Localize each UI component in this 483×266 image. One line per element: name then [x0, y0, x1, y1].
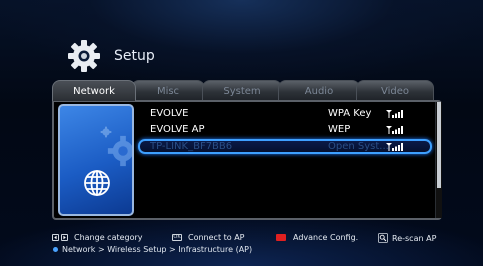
scrollbar-thumb[interactable]: [437, 102, 441, 188]
breadcrumb-dot-icon: [53, 247, 58, 252]
tv-setup-screen: Setup Network Misc System Audio Video EV…: [0, 0, 483, 266]
setup-header: Setup: [66, 36, 155, 76]
hint-label: Change category: [74, 233, 143, 242]
tab-label: Network: [73, 86, 115, 97]
tab-label: System: [223, 86, 261, 97]
hint-label: Re-scan AP: [392, 233, 437, 243]
tab-label: Misc: [156, 86, 180, 97]
network-row[interactable]: EVOLVE AP WEP: [138, 122, 432, 138]
gear-icon: [66, 38, 102, 74]
tab-network[interactable]: Network: [52, 80, 136, 101]
wifi-network-list: EVOLVE WPA Key EVOLVE AP WEP TP-LINK_BF7…: [138, 106, 432, 154]
search-key-icon: [378, 233, 388, 243]
breadcrumb-text: Network > Wireless Setup > Infrastructur…: [62, 245, 253, 254]
signal-strength-icon: [386, 143, 403, 151]
list-scrollbar[interactable]: [435, 102, 442, 218]
network-panel: EVOLVE WPA Key EVOLVE AP WEP TP-LINK_BF7…: [52, 100, 442, 220]
network-ssid: TP-LINK_BF7BB6: [150, 141, 233, 152]
gear-watermark-icon: [107, 135, 132, 167]
network-security: WEP: [328, 124, 351, 135]
globe-icon: [84, 170, 110, 196]
network-row[interactable]: EVOLVE WPA Key: [138, 106, 432, 122]
tab-label: Audio: [304, 86, 334, 97]
network-ssid: EVOLVE: [150, 108, 189, 119]
small-gear-watermark-icon: [100, 126, 112, 138]
tab-misc[interactable]: Misc: [131, 80, 205, 101]
hint-change-category: Change category: [52, 233, 143, 242]
tab-system[interactable]: System: [202, 80, 282, 101]
left-arrow-key-icon: [52, 234, 59, 241]
signal-strength-icon: [386, 126, 403, 134]
right-arrow-key-icon: [61, 234, 68, 241]
network-category-card: [58, 104, 134, 216]
breadcrumb: Network > Wireless Setup > Infrastructur…: [52, 244, 472, 255]
hint-label: Advance Config.: [293, 233, 359, 242]
hint-rescan: Re-scan AP: [378, 233, 436, 243]
tab-label: Video: [380, 86, 410, 97]
tab-video[interactable]: Video: [356, 80, 434, 101]
network-ssid: EVOLVE AP: [150, 124, 205, 135]
hint-advance-config: Advance Config.: [276, 233, 358, 242]
hint-label: Connect to AP: [188, 233, 245, 242]
red-key-icon: [276, 234, 286, 241]
category-tabs: Network Misc System Audio Video: [52, 80, 434, 101]
ok-key-icon: OK: [172, 234, 182, 241]
tab-audio[interactable]: Audio: [278, 80, 360, 101]
key-hints: Change category OK Connect to AP Advance…: [52, 233, 472, 255]
network-row-selected[interactable]: TP-LINK_BF7BB6 Open Syst...: [138, 139, 432, 154]
network-security: WPA Key: [328, 108, 372, 119]
page-title: Setup: [114, 48, 155, 64]
network-security: Open Syst...: [328, 141, 389, 152]
signal-strength-icon: [386, 110, 403, 118]
hint-connect: OK Connect to AP: [172, 233, 245, 242]
